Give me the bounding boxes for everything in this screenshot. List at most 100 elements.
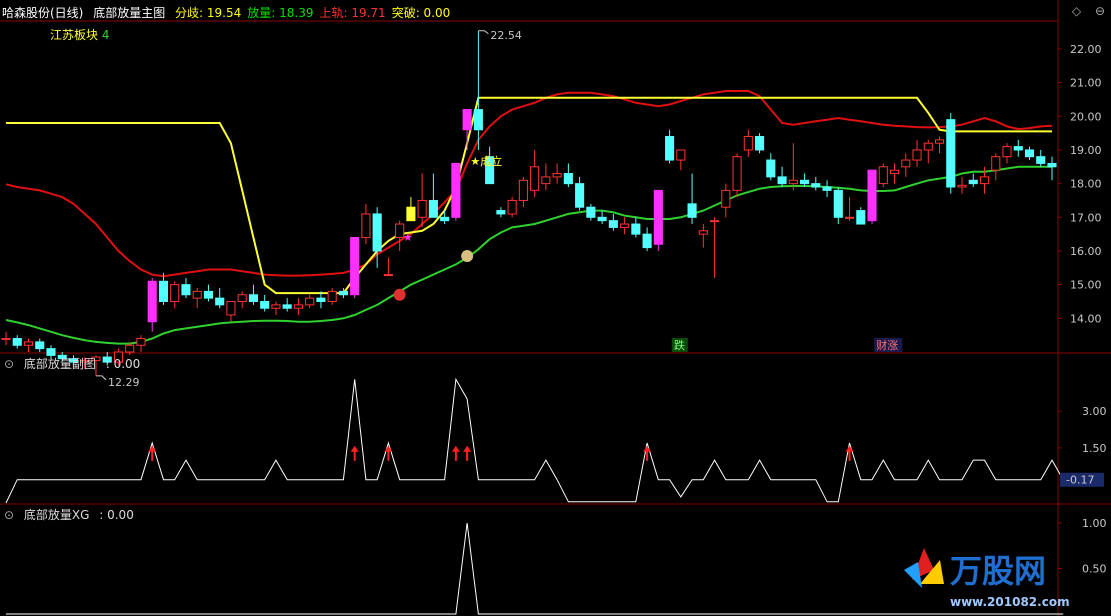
candle-body [147, 280, 157, 323]
candle-body [968, 179, 978, 185]
candle-body [1047, 162, 1057, 168]
candle-body [305, 297, 315, 306]
red-ball-icon [393, 288, 406, 301]
candle-body [226, 300, 236, 316]
candle-body [822, 186, 832, 191]
y-tick-label: 20.00 [1070, 110, 1102, 123]
candle-body [271, 304, 281, 309]
y-tick-label: 3.00 [1082, 405, 1107, 418]
candle-body [856, 210, 866, 225]
header-label-0: 分歧: 19.54 [175, 6, 242, 20]
candle-body [530, 166, 540, 191]
header-label-1: 放量: 18.39 [247, 6, 314, 20]
diamond-icon[interactable]: ◇ [1072, 4, 1081, 18]
candle-body [620, 223, 630, 228]
candle-body [552, 173, 562, 178]
candle-body [710, 220, 720, 223]
candle-body [440, 216, 450, 222]
candle-body [653, 189, 663, 245]
candle-body [777, 176, 787, 185]
candle-body [181, 284, 191, 296]
candle-body [608, 220, 618, 228]
candle-body [136, 338, 146, 346]
candle-body [507, 199, 517, 215]
candle-body [496, 210, 506, 215]
candle-body [878, 166, 888, 185]
candle-body [518, 179, 528, 201]
candle-body [260, 300, 270, 309]
y-tick-label: 19.00 [1070, 144, 1102, 157]
candle-body [12, 338, 22, 346]
candle-body [755, 135, 765, 151]
candle-body [586, 206, 596, 218]
star-marker: ★ [403, 231, 413, 244]
candle-body [563, 173, 573, 185]
header-label-2: 上轨: 19.71 [319, 6, 386, 20]
candle-body [889, 169, 900, 175]
candle-body [912, 149, 922, 161]
candle-body [597, 216, 607, 222]
candle-body [923, 142, 933, 151]
y-tick-label: 17.00 [1070, 211, 1102, 224]
y-tick-label: 1.00 [1082, 517, 1107, 530]
candle-body [766, 159, 776, 178]
candle-body [282, 304, 292, 309]
caizhang-tag: 财涨 [876, 338, 898, 352]
header-label-3: 突破: 0.00 [391, 6, 451, 20]
indicator-name[interactable]: 底部放量主图 [93, 6, 165, 20]
candle-body [1036, 156, 1046, 164]
candle-body [406, 206, 416, 222]
candle-body [248, 294, 258, 302]
panel2-title[interactable]: 底部放量副图 [24, 357, 96, 371]
candle-body [800, 179, 810, 185]
candle-body [462, 109, 472, 131]
panel3-value: : 0.00 [99, 508, 134, 522]
y-tick-label: 21.00 [1070, 77, 1102, 90]
window-controls: ◇ ⊖ [1062, 4, 1105, 18]
y-tick-label: 1.50 [1082, 442, 1107, 455]
collapse-icon[interactable]: ⊙ [4, 357, 14, 371]
candle-body [327, 290, 337, 302]
candle-body [833, 189, 843, 218]
y-tick-label: 15.00 [1070, 279, 1102, 292]
candle-body [428, 199, 438, 218]
sector-name: 江苏板块 [50, 28, 99, 42]
high-marker [478, 30, 489, 35]
candle-body [203, 290, 214, 299]
candle-body [979, 176, 990, 185]
candle-body [946, 119, 956, 188]
watermark-logo: 万股网 www.201082.com [904, 548, 1070, 609]
candle-body [867, 169, 877, 222]
candle-body [350, 237, 360, 296]
low-label: 12.29 [108, 376, 139, 389]
candle-body [372, 213, 382, 252]
candle-body [631, 223, 641, 235]
sub-indicator-line [5, 377, 1075, 504]
candle-body [338, 290, 348, 296]
stock-name[interactable]: 哈森股份(日线) [2, 6, 83, 20]
signal-arrow-head [148, 445, 157, 452]
candle-body [811, 183, 821, 188]
close-icon[interactable]: ⊖ [1095, 4, 1105, 18]
panel3-title[interactable]: 底部放量XG [24, 508, 90, 522]
candle-body [541, 176, 551, 185]
candle-body [687, 203, 697, 218]
collapse-icon[interactable]: ⊙ [4, 508, 14, 522]
candle-body [1024, 149, 1035, 158]
chart-canvas: 22.00 21.00 20.00 19.00 18.00 17.00 16.00 15.00… [0, 0, 1111, 616]
candle-body [676, 149, 686, 161]
upper-band-line [5, 90, 1053, 278]
current-value-text: -0.17 [1066, 474, 1094, 487]
candle-body [1013, 146, 1023, 151]
candle-body [1, 338, 11, 341]
main-panel-header: 哈森股份(日线) 底部放量主图 分歧: 19.54 放量: 18.39 上轨: 19… [0, 4, 462, 22]
candle-body [473, 109, 483, 131]
candle-body [237, 294, 247, 302]
candle-body [575, 183, 585, 208]
low-marker [95, 375, 107, 381]
candle-body [844, 216, 855, 219]
panel3-header: ⊙ 底部放量XG : 0.00 [0, 506, 140, 524]
candle-body [957, 184, 967, 188]
candle-body [125, 344, 135, 353]
candle-body [743, 135, 753, 151]
